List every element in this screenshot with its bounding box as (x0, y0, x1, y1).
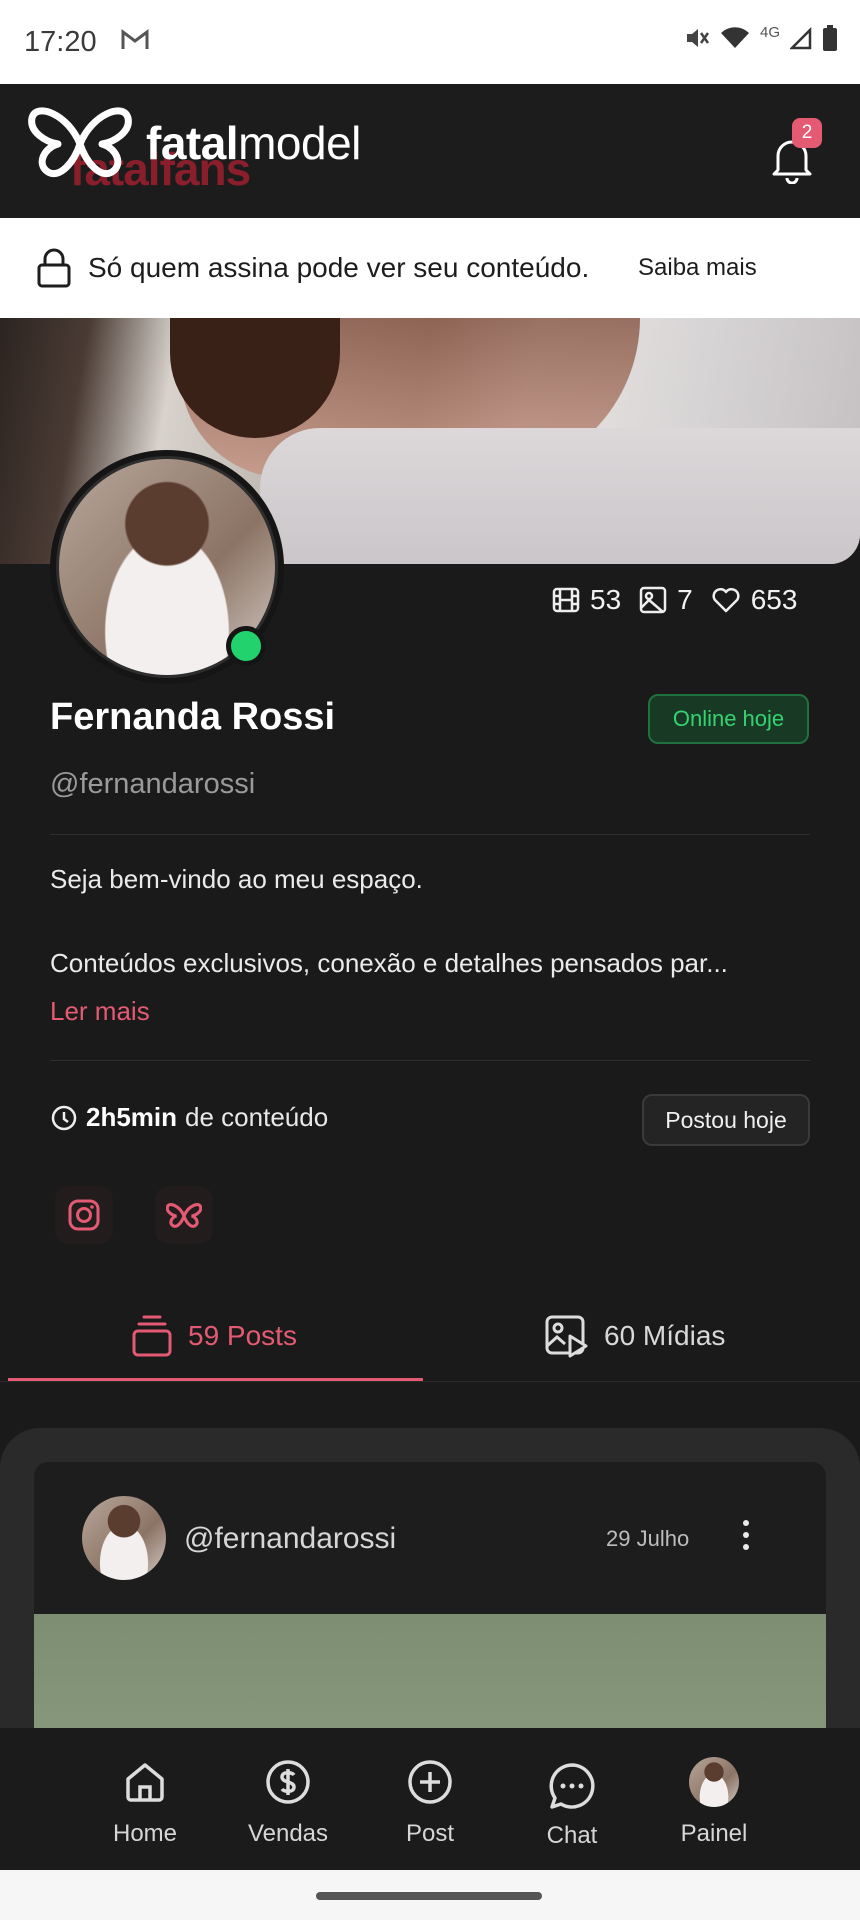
divider (50, 1060, 810, 1061)
notification-badge: 2 (792, 118, 822, 148)
battery-icon (822, 24, 838, 57)
butterfly-logo-icon (28, 107, 132, 178)
instagram-icon (68, 1199, 100, 1231)
nav-sales-label: Vendas (247, 1820, 329, 1847)
nav-post[interactable]: Post (375, 1728, 485, 1870)
home-icon (126, 1763, 164, 1802)
plus-circle-icon (408, 1760, 452, 1804)
read-more-link[interactable]: Ler mais (50, 996, 150, 1027)
duration-value: 2h5min (86, 1102, 178, 1132)
videos-stat: 53 (552, 584, 621, 616)
nav-post-label: Post (405, 1820, 455, 1847)
fatal-link-button[interactable] (155, 1186, 213, 1244)
tab-posts[interactable]: 59 Posts (130, 1290, 297, 1382)
profile-name: Fernanda Rossi (50, 696, 336, 738)
dollar-icon (266, 1760, 310, 1804)
system-gesture-bar (0, 1870, 860, 1920)
online-status-badge: Online hoje (648, 694, 809, 744)
nav-chat-label: Chat (546, 1822, 598, 1849)
nav-avatar (689, 1757, 739, 1807)
content-duration: 2h5min de conteúdo (50, 1102, 328, 1133)
nav-sales[interactable]: Vendas (233, 1728, 343, 1870)
bio-line-2: Conteúdos exclusivos, conexão e detalhes… (50, 948, 728, 978)
status-time: 17:20 (24, 26, 97, 58)
clock-icon (51, 1105, 77, 1130)
chat-icon (549, 1763, 595, 1809)
duration-suffix: de conteúdo (185, 1102, 329, 1132)
gmail-icon (120, 28, 150, 57)
bottom-navigation: Home Vendas Post Chat Painel (0, 1728, 860, 1870)
nav-dashboard[interactable]: Painel (659, 1728, 769, 1870)
network-type: 4G (759, 24, 780, 41)
heart-icon (712, 587, 740, 613)
signal-icon (788, 26, 812, 55)
tab-media-label: 60 Mídias (604, 1320, 726, 1351)
online-indicator (226, 626, 266, 666)
post-date: 29 Julho (606, 1526, 690, 1551)
tab-media[interactable]: 60 Mídias (544, 1290, 725, 1382)
app-header: fatalfans fatalmodel 2 (0, 84, 860, 218)
likes-count: 653 (750, 584, 798, 615)
subscription-banner: Só quem assina pode ver seu conteúdo. Sa… (0, 218, 860, 318)
media-icon (545, 1315, 588, 1358)
divider (50, 834, 810, 835)
post-author-handle[interactable]: @fernandarossi (184, 1522, 396, 1556)
content-tabs: 59 Posts 60 Mídias (0, 1290, 860, 1382)
kebab-icon (743, 1520, 749, 1526)
film-icon (552, 587, 580, 613)
post-card[interactable]: @fernandarossi 29 Julho (34, 1462, 826, 1762)
mute-icon (682, 24, 710, 57)
active-tab-indicator (8, 1378, 423, 1381)
profile-avatar[interactable] (50, 450, 284, 684)
stack-icon (132, 1315, 172, 1357)
brand-logo[interactable]: fatalfans fatalmodel (28, 96, 408, 195)
instagram-button[interactable] (55, 1186, 113, 1244)
videos-count: 53 (590, 584, 622, 615)
likes-stat: 653 (711, 584, 798, 616)
nav-chat[interactable]: Chat (517, 1728, 627, 1870)
photos-count: 7 (677, 584, 693, 615)
tab-posts-label: 59 Posts (188, 1320, 297, 1351)
profile-handle: @fernandarossi (50, 768, 256, 800)
notifications-button[interactable]: 2 (770, 118, 822, 186)
banner-message: Só quem assina pode ver seu conteúdo. (88, 252, 590, 283)
post-author-avatar[interactable] (82, 1496, 166, 1580)
cover-pillow (260, 428, 860, 564)
nav-dashboard-label: Painel (680, 1820, 748, 1847)
home-gesture-handle[interactable] (316, 1892, 542, 1900)
post-options-button[interactable] (736, 1516, 756, 1560)
butterfly-icon (166, 1203, 202, 1228)
photos-stat: 7 (639, 584, 693, 616)
wifi-icon (720, 26, 750, 55)
bio-line-1: Seja bem-vindo ao meu espaço. (50, 864, 423, 894)
status-bar: 17:20 4G (0, 0, 860, 84)
nav-home[interactable]: Home (90, 1728, 200, 1870)
posted-today-badge: Postou hoje (642, 1094, 810, 1146)
image-icon (639, 586, 667, 614)
brand-name: fatalmodel (146, 117, 361, 169)
learn-more-link[interactable]: Saiba mais (638, 254, 757, 282)
nav-home-label: Home (112, 1820, 178, 1847)
lock-icon (36, 248, 72, 293)
profile-stats: 53 7 653 (552, 584, 805, 616)
